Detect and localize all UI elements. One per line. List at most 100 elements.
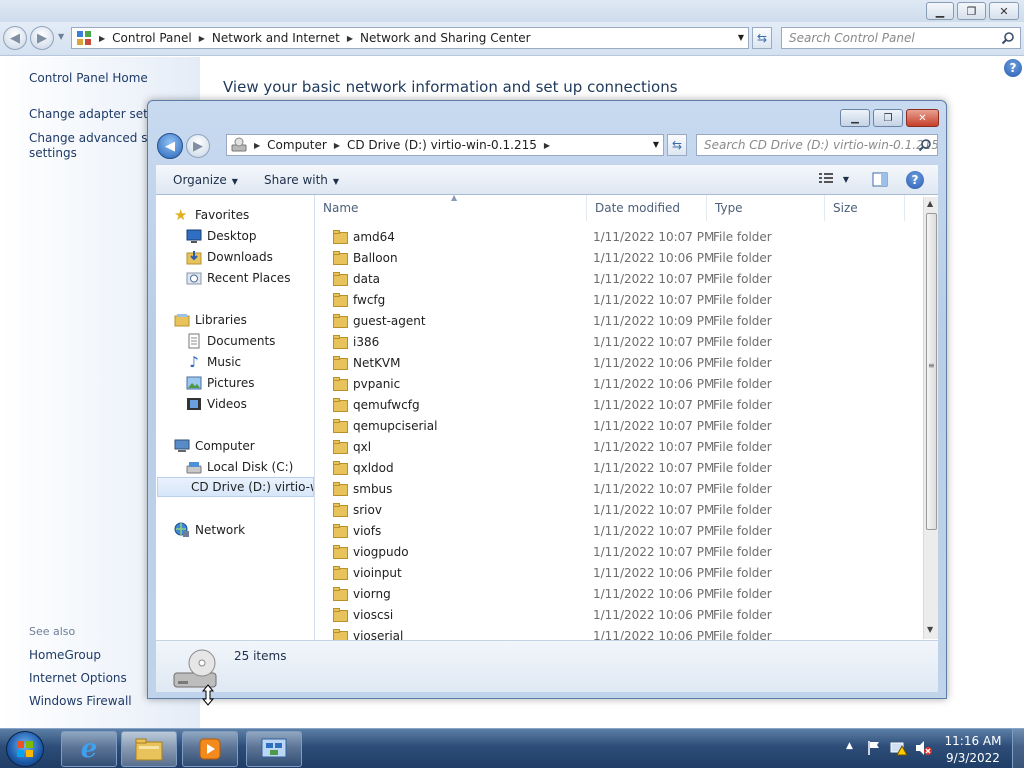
- taskbar-internet-explorer[interactable]: e: [61, 731, 117, 767]
- column-header-size[interactable]: Size: [825, 195, 905, 221]
- address-dropdown-icon[interactable]: ▼: [653, 140, 659, 149]
- nav-videos[interactable]: Videos: [186, 394, 247, 414]
- scroll-up-icon[interactable]: ▲: [927, 199, 933, 208]
- control-panel-address-bar[interactable]: ▶ Control Panel ▶ Network and Internet ▶…: [71, 27, 749, 49]
- clock-date[interactable]: 9/3/2022: [940, 751, 1006, 765]
- taskbar-control-panel[interactable]: [246, 731, 302, 767]
- scrollbar-thumb[interactable]: ≡: [926, 213, 937, 530]
- nav-computer[interactable]: Computer: [174, 436, 255, 456]
- breadcrumb-control-panel[interactable]: Control Panel: [112, 31, 192, 45]
- show-desktop-button[interactable]: [1012, 729, 1024, 768]
- file-date-modified: 1/11/2022 10:06 PM: [593, 356, 715, 370]
- table-row[interactable]: sriov 1/11/2022 10:07 PM File folder: [315, 500, 923, 521]
- table-row[interactable]: Balloon 1/11/2022 10:06 PM File folder: [315, 248, 923, 269]
- recent-pages-chevron-icon[interactable]: ▼: [58, 32, 64, 41]
- help-icon[interactable]: ?: [1004, 59, 1022, 77]
- show-hidden-icons-icon[interactable]: ▲: [846, 741, 853, 751]
- taskbar-windows-explorer[interactable]: [121, 731, 177, 767]
- search-icon[interactable]: [1001, 31, 1015, 45]
- explorer-forward-button[interactable]: ▶: [186, 134, 210, 158]
- table-row[interactable]: vioinput 1/11/2022 10:06 PM File folder: [315, 563, 923, 584]
- file-date-modified: 1/11/2022 10:06 PM: [593, 629, 715, 640]
- internet-options-link[interactable]: Internet Options: [29, 671, 127, 685]
- file-type: File folder: [713, 251, 772, 265]
- control-panel-icon: [77, 31, 91, 45]
- view-options-button[interactable]: ▼: [818, 171, 849, 188]
- table-row[interactable]: data 1/11/2022 10:07 PM File folder: [315, 269, 923, 290]
- explorer-minimize-button[interactable]: ▁: [840, 109, 870, 127]
- back-button[interactable]: ◀: [3, 26, 27, 50]
- action-center-flag-icon[interactable]: [866, 740, 882, 756]
- nav-downloads[interactable]: Downloads: [186, 247, 273, 267]
- explorer-close-button[interactable]: ✕: [906, 109, 939, 127]
- table-row[interactable]: qxldod 1/11/2022 10:07 PM File folder: [315, 458, 923, 479]
- nav-documents[interactable]: Documents: [186, 331, 275, 351]
- folder-icon: [333, 230, 348, 244]
- control-panel-search-input[interactable]: Search Control Panel: [781, 27, 1021, 49]
- search-icon[interactable]: [918, 138, 932, 152]
- nav-cd-drive[interactable]: CD Drive (D:) virtio-win-0.1.215: [157, 477, 314, 497]
- computer-icon: [174, 439, 190, 452]
- change-advanced-sharing-link-line2[interactable]: settings: [29, 146, 77, 160]
- table-row[interactable]: i386 1/11/2022 10:07 PM File folder: [315, 332, 923, 353]
- homegroup-link[interactable]: HomeGroup: [29, 648, 101, 662]
- column-header-date-modified[interactable]: Date modified: [587, 195, 707, 221]
- nav-favorites[interactable]: ★ Favorites: [174, 205, 249, 225]
- nav-recent-places[interactable]: Recent Places: [186, 268, 290, 288]
- table-row[interactable]: qemufwcfg 1/11/2022 10:07 PM File folder: [315, 395, 923, 416]
- preview-pane-icon: [872, 172, 888, 187]
- table-row[interactable]: smbus 1/11/2022 10:07 PM File folder: [315, 479, 923, 500]
- nav-music[interactable]: ♪ Music: [186, 352, 241, 372]
- table-row[interactable]: viorng 1/11/2022 10:06 PM File folder: [315, 584, 923, 605]
- explorer-refresh-button[interactable]: ⇆: [667, 134, 687, 156]
- nav-local-disk[interactable]: Local Disk (C:): [186, 457, 293, 477]
- minimize-button[interactable]: ▁: [926, 2, 954, 20]
- explorer-search-input[interactable]: Search CD Drive (D:) virtio-win-0.1.215: [696, 134, 938, 156]
- control-panel-home-link[interactable]: Control Panel Home: [29, 71, 148, 85]
- refresh-button[interactable]: ⇆: [752, 27, 772, 49]
- table-row[interactable]: amd64 1/11/2022 10:07 PM File folder: [315, 227, 923, 248]
- table-row[interactable]: guest-agent 1/11/2022 10:09 PM File folder: [315, 311, 923, 332]
- maximize-button[interactable]: ❐: [957, 2, 986, 20]
- preview-pane-button[interactable]: [872, 172, 888, 190]
- explorer-back-button[interactable]: ◀: [157, 133, 183, 159]
- table-row[interactable]: viogpudo 1/11/2022 10:07 PM File folder: [315, 542, 923, 563]
- scroll-down-icon[interactable]: ▼: [927, 625, 933, 634]
- column-header-type[interactable]: Type: [707, 195, 825, 221]
- clock-time[interactable]: 11:16 AM: [940, 734, 1006, 748]
- table-row[interactable]: fwcfg 1/11/2022 10:07 PM File folder: [315, 290, 923, 311]
- file-list-scrollbar[interactable]: ▲ ≡ ▼: [923, 197, 938, 639]
- breadcrumb-network-and-internet[interactable]: Network and Internet: [212, 31, 340, 45]
- file-type: File folder: [713, 566, 772, 580]
- breadcrumb-cd-drive[interactable]: CD Drive (D:) virtio-win-0.1.215: [347, 138, 537, 152]
- file-date-modified: 1/11/2022 10:07 PM: [593, 398, 715, 412]
- forward-button[interactable]: ▶: [30, 26, 54, 50]
- share-with-button[interactable]: Share with ▼: [264, 173, 339, 187]
- volume-muted-icon[interactable]: [915, 740, 933, 756]
- address-dropdown-icon[interactable]: ▼: [738, 33, 744, 42]
- windows-firewall-link[interactable]: Windows Firewall: [29, 694, 132, 708]
- explorer-help-icon[interactable]: ?: [906, 171, 924, 189]
- folder-icon: [135, 738, 163, 761]
- nav-libraries[interactable]: Libraries: [174, 310, 247, 330]
- nav-pictures[interactable]: Pictures: [186, 373, 255, 393]
- table-row[interactable]: viofs 1/11/2022 10:07 PM File folder: [315, 521, 923, 542]
- close-button[interactable]: ✕: [989, 2, 1019, 20]
- breadcrumb-network-and-sharing-center[interactable]: Network and Sharing Center: [360, 31, 531, 45]
- taskbar-media-player[interactable]: [182, 731, 238, 767]
- nav-desktop[interactable]: Desktop: [186, 226, 257, 246]
- start-button[interactable]: [6, 731, 44, 767]
- nav-network[interactable]: Network: [174, 520, 245, 540]
- table-row[interactable]: pvpanic 1/11/2022 10:06 PM File folder: [315, 374, 923, 395]
- breadcrumb-computer[interactable]: Computer: [267, 138, 327, 152]
- network-warning-icon[interactable]: [890, 740, 908, 756]
- table-row[interactable]: NetKVM 1/11/2022 10:06 PM File folder: [315, 353, 923, 374]
- table-row[interactable]: qxl 1/11/2022 10:07 PM File folder: [315, 437, 923, 458]
- file-date-modified: 1/11/2022 10:07 PM: [593, 503, 715, 517]
- table-row[interactable]: vioscsi 1/11/2022 10:06 PM File folder: [315, 605, 923, 626]
- table-row[interactable]: vioserial 1/11/2022 10:06 PM File folder: [315, 626, 923, 640]
- organize-button[interactable]: Organize ▼: [173, 173, 238, 187]
- explorer-address-bar[interactable]: ▶ Computer ▶ CD Drive (D:) virtio-win-0.…: [226, 134, 664, 156]
- table-row[interactable]: qemupciserial 1/11/2022 10:07 PM File fold…: [315, 416, 923, 437]
- explorer-maximize-button[interactable]: ❐: [873, 109, 903, 127]
